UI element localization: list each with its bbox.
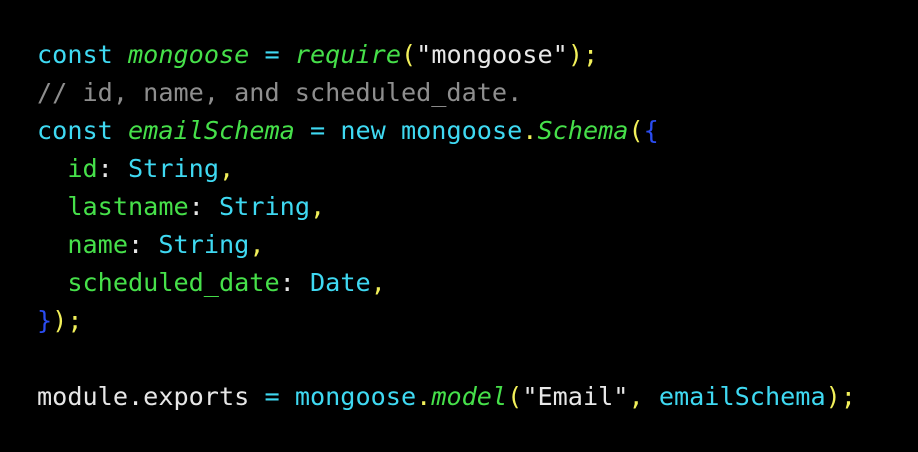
code-token-type: String xyxy=(158,230,250,259)
code-token-identifier: require xyxy=(294,40,401,69)
code-token-brace: } xyxy=(37,306,53,335)
code-token-keyword: emailSchema xyxy=(658,382,826,411)
code-token-punctuation: . xyxy=(522,116,538,145)
code-token-plain: : xyxy=(188,192,219,221)
code-line: module.exports = mongoose.model("Email",… xyxy=(37,378,918,416)
code-token-punctuation: , xyxy=(249,230,265,259)
code-token-punctuation: ); xyxy=(567,40,599,69)
code-token-punctuation: ( xyxy=(507,382,523,411)
code-token-punctuation: , xyxy=(628,382,659,411)
code-token-punctuation: ); xyxy=(825,382,856,411)
code-line: lastname: String, xyxy=(37,188,918,226)
code-token-identifier: mongoose xyxy=(128,40,250,69)
code-token-type: Date xyxy=(309,268,371,297)
code-token-brace: { xyxy=(643,116,659,145)
code-token-identifier: name xyxy=(37,230,128,259)
code-line: // id, name, and scheduled_date. xyxy=(37,74,918,112)
code-token-keyword: const xyxy=(37,40,113,69)
code-token-identifier: emailSchema xyxy=(128,116,295,145)
code-token-string: "Email" xyxy=(522,382,629,411)
code-line: }); xyxy=(37,302,918,340)
code-token-plain: : xyxy=(279,268,310,297)
code-token-type: String xyxy=(128,154,220,183)
code-line: name: String, xyxy=(37,226,918,264)
code-line: const emailSchema = new mongoose.Schema(… xyxy=(37,112,918,150)
code-editor[interactable]: const mongoose = require("mongoose");// … xyxy=(0,0,918,452)
code-line: ​ xyxy=(37,340,918,378)
code-token-identifier: model xyxy=(431,382,508,411)
code-line: const mongoose = require("mongoose"); xyxy=(37,36,918,74)
code-token-string: "mongoose" xyxy=(416,40,568,69)
code-token-identifier: lastname xyxy=(37,192,189,221)
code-token-plain: : xyxy=(97,154,129,183)
code-token-keyword: = xyxy=(294,116,341,145)
code-token-comment: // id, name, and scheduled_date. xyxy=(37,78,523,107)
code-token-keyword: new mongoose xyxy=(340,116,523,145)
code-token-type: String xyxy=(219,192,310,221)
code-token-punctuation: ( xyxy=(628,116,644,145)
code-token-keyword: = xyxy=(249,40,295,69)
code-token-keyword: = xyxy=(249,382,295,411)
code-token-punctuation: , xyxy=(219,154,235,183)
code-token-identifier: Schema xyxy=(537,116,629,145)
code-token-punctuation: ( xyxy=(400,40,417,69)
code-token-identifier: id xyxy=(37,154,98,183)
code-line: scheduled_date: Date, xyxy=(37,264,918,302)
code-token-plain: : xyxy=(128,230,159,259)
code-token-keyword: mongoose xyxy=(294,382,417,411)
code-token-punctuation: . xyxy=(416,382,432,411)
code-token-identifier: scheduled_date xyxy=(37,268,280,297)
code-line: id: String, xyxy=(37,150,918,188)
code-token-plain: module.exports xyxy=(37,382,250,411)
code-token-punctuation: , xyxy=(370,268,386,297)
code-token-punctuation: , xyxy=(310,192,326,221)
code-token-keyword: const xyxy=(37,116,113,145)
code-token-punctuation: ); xyxy=(52,306,83,335)
